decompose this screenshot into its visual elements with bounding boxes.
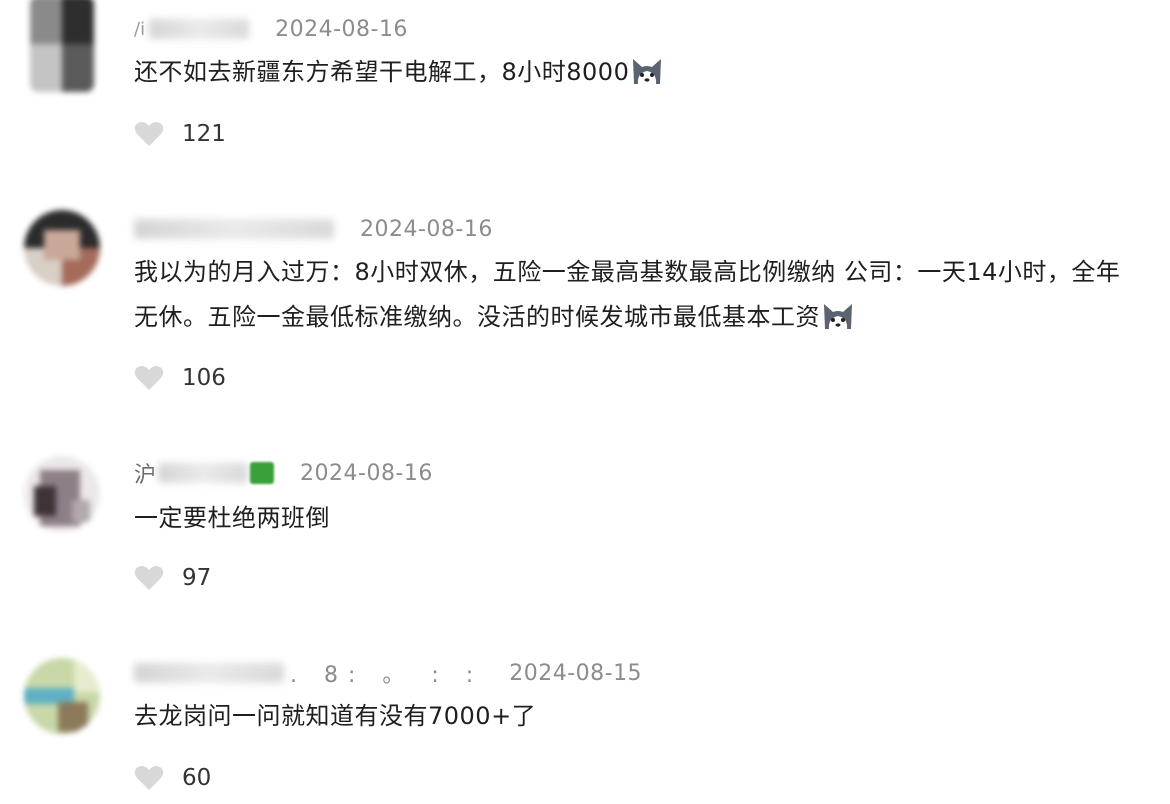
heart-icon	[134, 566, 164, 590]
comment-meta: /i 2024-08-16	[134, 14, 408, 44]
comment-date: 2024-08-16	[275, 16, 408, 42]
comment-text: 一定要杜绝两班倒	[134, 504, 330, 532]
husky-emoji-icon	[824, 304, 852, 329]
like-button[interactable]: 121	[134, 121, 226, 147]
like-count: 97	[182, 565, 212, 591]
avatar[interactable]	[24, 658, 100, 734]
like-button[interactable]: 97	[134, 565, 211, 591]
username-blurred[interactable]	[134, 219, 334, 239]
username-blurred[interactable]	[158, 463, 249, 483]
comment-meta: 沪 2024-08-16	[134, 457, 433, 489]
username-suffix: . 8: 。 : :	[290, 663, 484, 688]
comment-meta: 2024-08-16	[134, 214, 493, 244]
avatar[interactable]	[30, 0, 94, 92]
comment-text: 去龙岗问一问就知道有没有7000+了	[134, 702, 537, 730]
username[interactable]: 沪	[134, 457, 156, 489]
like-count: 121	[182, 121, 226, 147]
avatar[interactable]	[24, 456, 100, 532]
comment-text: 我以为的月入过万：8小时双休，五险一金最高基数最高比例缴纳 公司：一天14小时，…	[134, 258, 1121, 331]
like-button[interactable]: 60	[134, 765, 211, 791]
like-count: 60	[182, 765, 212, 791]
comment-meta: . 8: 。 : : 2024-08-15	[134, 658, 642, 688]
heart-icon	[134, 366, 164, 390]
username-blurred[interactable]	[149, 19, 250, 39]
comment-date: 2024-08-16	[300, 460, 433, 486]
heart-icon	[134, 122, 164, 146]
green-badge	[250, 462, 275, 484]
comment-date: 2024-08-15	[509, 660, 643, 686]
like-button[interactable]: 106	[134, 365, 226, 391]
comment-text: 还不如去新疆东方希望干电解工，8小时8000	[134, 50, 1140, 95]
like-count: 106	[182, 365, 226, 391]
heart-icon	[134, 766, 164, 790]
comment-date: 2024-08-16	[360, 216, 493, 242]
husky-emoji-icon	[633, 59, 662, 84]
username[interactable]: /i	[134, 19, 145, 40]
avatar[interactable]	[24, 210, 100, 286]
username-blurred[interactable]	[134, 663, 284, 683]
